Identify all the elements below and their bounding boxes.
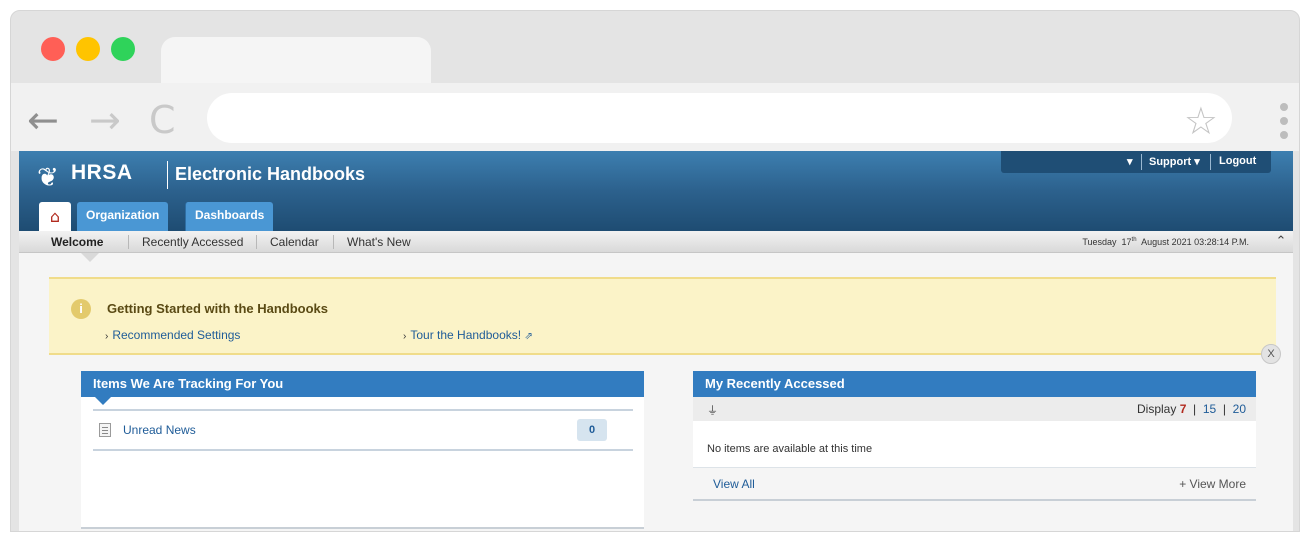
browser-toolbar: ← → C ☆ <box>11 83 1299 151</box>
subnav-divider <box>128 235 129 249</box>
hhs-eagle-icon: ❦ <box>37 163 59 193</box>
news-icon <box>99 423 111 437</box>
display-option-15[interactable]: 15 <box>1203 402 1216 416</box>
recommended-settings-link[interactable]: › Recommended Settings <box>105 328 240 342</box>
web-app: ❦ HRSA Electronic Handbooks ▾ Support ▾ … <box>19 151 1293 531</box>
collapse-chevron-icon[interactable]: ⌃ <box>1269 231 1293 253</box>
tour-handbooks-link[interactable]: › Tour the Handbooks! ⇗ <box>403 328 533 342</box>
hrsa-logo[interactable]: HRSA <box>71 161 133 185</box>
view-all-link[interactable]: View All <box>713 477 755 491</box>
home-icon[interactable]: ⌂ <box>39 202 71 231</box>
active-tab-pointer <box>81 253 99 262</box>
tracking-panel-title: Items We Are Tracking For You <box>81 371 644 397</box>
tab-dashboards[interactable]: Dashboards <box>185 202 274 231</box>
maximize-window-button[interactable] <box>111 37 135 61</box>
notice-title: Getting Started with the Handbooks <box>107 301 329 316</box>
bookmark-star-icon[interactable]: ☆ <box>1184 99 1218 143</box>
display-option-20[interactable]: 20 <box>1233 402 1246 416</box>
logo-divider <box>167 161 168 189</box>
browser-menu-icon[interactable] <box>1280 103 1290 145</box>
reload-icon[interactable]: C <box>149 101 176 139</box>
app-title: Electronic Handbooks <box>175 164 366 184</box>
subnav-divider <box>333 235 334 249</box>
empty-message: No items are available at this time <box>707 443 873 455</box>
info-icon: i <box>71 299 91 319</box>
top-menu: ▾ Support ▾ Logout <box>1001 151 1271 173</box>
browser-window: ← → C ☆ ❦ HRSA Electronic Handbooks ▾ Su… <box>10 10 1300 532</box>
unread-count-badge[interactable]: 0 <box>577 419 607 441</box>
tracking-panel: Items We Are Tracking For You Unread New… <box>81 371 644 529</box>
back-arrow-icon[interactable]: ← <box>27 101 59 139</box>
minimize-window-button[interactable] <box>76 37 100 61</box>
filter-icon[interactable]: ⏚ <box>707 402 718 418</box>
sub-navigation: Welcome Recently Accessed Calendar What'… <box>19 231 1293 253</box>
external-link-icon: ⇗ <box>524 331 533 342</box>
current-datetime: Tuesday 17th August 2021 03:28:14 P.M. <box>1082 237 1249 247</box>
display-count-selector: Display 7 | 15 | 20 <box>1136 402 1246 416</box>
close-notice-button[interactable]: X <box>1261 344 1281 364</box>
browser-tab[interactable] <box>161 37 431 85</box>
address-bar[interactable]: ☆ <box>207 93 1232 143</box>
tab-organization[interactable]: Organization <box>77 202 169 231</box>
support-menu[interactable]: Support ▾ <box>1149 155 1200 168</box>
display-option-7[interactable]: 7 <box>1180 402 1187 416</box>
display-label: Display <box>1136 402 1177 416</box>
subnav-calendar[interactable]: Calendar <box>270 235 319 249</box>
recent-panel: My Recently Accessed ⏚ Display 7 | 15 | … <box>693 371 1256 501</box>
subnav-whats-new[interactable]: What's New <box>347 235 411 249</box>
panel-divider <box>81 527 644 529</box>
getting-started-notice: i Getting Started with the Handbooks › Re… <box>49 277 1276 355</box>
unread-news-link[interactable]: Unread News <box>123 423 196 437</box>
menu-divider <box>1210 154 1211 170</box>
app-header: ❦ HRSA Electronic Handbooks ▾ Support ▾ … <box>19 151 1293 231</box>
panel-pointer <box>95 397 111 405</box>
list-item[interactable]: Unread News 0 <box>93 409 633 451</box>
recent-panel-footer: View All + View More <box>693 467 1256 501</box>
subnav-recently-accessed[interactable]: Recently Accessed <box>142 235 243 249</box>
recent-panel-title: My Recently Accessed <box>693 371 1256 397</box>
logout-link[interactable]: Logout <box>1219 155 1256 167</box>
filter-bar: ⏚ Display 7 | 15 | 20 <box>693 397 1256 421</box>
view-more-link[interactable]: + View More <box>1179 477 1246 491</box>
user-dropdown-caret-icon[interactable]: ▾ <box>1127 155 1133 168</box>
close-window-button[interactable] <box>41 37 65 61</box>
menu-divider <box>1141 154 1142 170</box>
subnav-divider <box>256 235 257 249</box>
subnav-welcome[interactable]: Welcome <box>51 235 103 249</box>
forward-arrow-icon[interactable]: → <box>89 101 121 139</box>
